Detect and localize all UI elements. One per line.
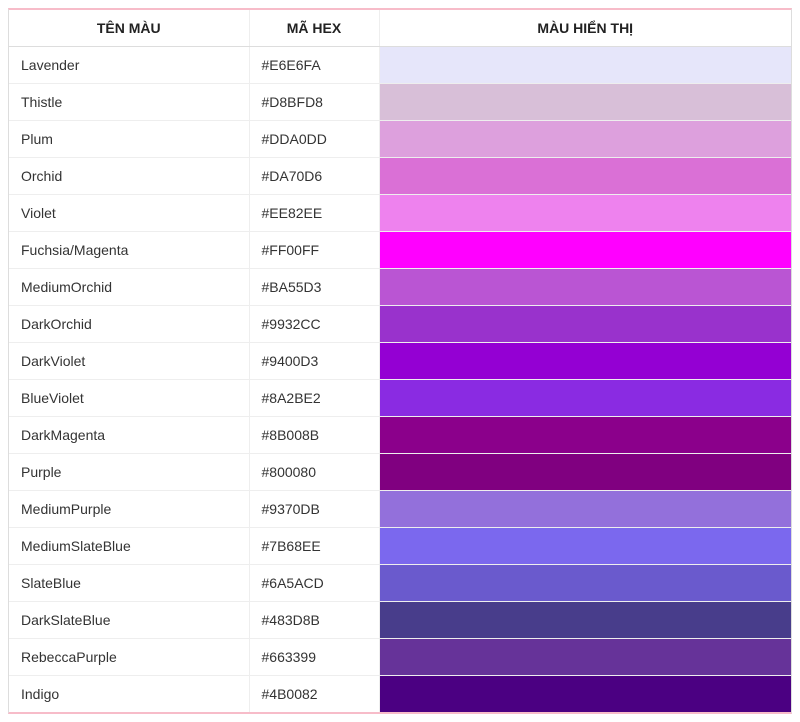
table-row: Purple#800080	[9, 454, 791, 491]
color-swatch-cell	[379, 454, 791, 491]
color-swatch	[380, 676, 792, 712]
table-row: MediumOrchid#BA55D3	[9, 269, 791, 306]
color-hex-cell: #9400D3	[249, 343, 379, 380]
header-swatch: MÀU HIỂN THỊ	[379, 10, 791, 47]
table-row: Violet#EE82EE	[9, 195, 791, 232]
color-swatch-cell	[379, 306, 791, 343]
table-row: DarkViolet#9400D3	[9, 343, 791, 380]
color-hex-cell: #7B68EE	[249, 528, 379, 565]
color-name-cell: BlueViolet	[9, 380, 249, 417]
color-hex-cell: #6A5ACD	[249, 565, 379, 602]
color-swatch	[380, 158, 792, 194]
header-name: TÊN MÀU	[9, 10, 249, 47]
color-table-container: TÊN MÀU MÃ HEX MÀU HIỂN THỊ Lavender#E6E…	[8, 8, 792, 714]
table-row: Thistle#D8BFD8	[9, 84, 791, 121]
header-hex: MÃ HEX	[249, 10, 379, 47]
color-swatch	[380, 528, 792, 564]
color-hex-cell: #DA70D6	[249, 158, 379, 195]
color-swatch-cell	[379, 528, 791, 565]
color-name-cell: Fuchsia/Magenta	[9, 232, 249, 269]
color-swatch-cell	[379, 417, 791, 454]
color-swatch-cell	[379, 158, 791, 195]
table-row: DarkOrchid#9932CC	[9, 306, 791, 343]
table-row: DarkMagenta#8B008B	[9, 417, 791, 454]
color-swatch-cell	[379, 47, 791, 84]
table-header-row: TÊN MÀU MÃ HEX MÀU HIỂN THỊ	[9, 10, 791, 47]
color-swatch	[380, 454, 792, 490]
table-row: Orchid#DA70D6	[9, 158, 791, 195]
color-swatch	[380, 84, 792, 120]
table-row: MediumSlateBlue#7B68EE	[9, 528, 791, 565]
color-swatch	[380, 491, 792, 527]
color-name-cell: Purple	[9, 454, 249, 491]
color-hex-cell: #9932CC	[249, 306, 379, 343]
table-row: Fuchsia/Magenta#FF00FF	[9, 232, 791, 269]
color-table-body: Lavender#E6E6FAThistle#D8BFD8Plum#DDA0DD…	[9, 47, 791, 713]
color-swatch-cell	[379, 343, 791, 380]
color-swatch	[380, 380, 792, 416]
color-hex-cell: #800080	[249, 454, 379, 491]
color-swatch-cell	[379, 676, 791, 713]
table-row: BlueViolet#8A2BE2	[9, 380, 791, 417]
color-swatch	[380, 417, 792, 453]
color-name-cell: Thistle	[9, 84, 249, 121]
color-hex-cell: #BA55D3	[249, 269, 379, 306]
table-row: RebeccaPurple#663399	[9, 639, 791, 676]
color-hex-cell: #663399	[249, 639, 379, 676]
color-name-cell: SlateBlue	[9, 565, 249, 602]
color-name-cell: MediumOrchid	[9, 269, 249, 306]
color-swatch-cell	[379, 195, 791, 232]
color-name-cell: DarkViolet	[9, 343, 249, 380]
color-swatch	[380, 232, 792, 268]
color-name-cell: MediumSlateBlue	[9, 528, 249, 565]
color-swatch	[380, 121, 792, 157]
color-swatch	[380, 602, 792, 638]
color-name-cell: RebeccaPurple	[9, 639, 249, 676]
color-swatch-cell	[379, 602, 791, 639]
color-hex-cell: #9370DB	[249, 491, 379, 528]
color-name-cell: DarkMagenta	[9, 417, 249, 454]
color-swatch	[380, 195, 792, 231]
color-swatch	[380, 47, 792, 83]
color-swatch-cell	[379, 565, 791, 602]
color-name-cell: Lavender	[9, 47, 249, 84]
color-swatch	[380, 343, 792, 379]
color-name-cell: MediumPurple	[9, 491, 249, 528]
color-swatch-cell	[379, 491, 791, 528]
color-hex-cell: #D8BFD8	[249, 84, 379, 121]
table-row: Plum#DDA0DD	[9, 121, 791, 158]
color-hex-cell: #8A2BE2	[249, 380, 379, 417]
table-row: DarkSlateBlue#483D8B	[9, 602, 791, 639]
table-row: MediumPurple#9370DB	[9, 491, 791, 528]
color-name-cell: Indigo	[9, 676, 249, 713]
color-hex-cell: #FF00FF	[249, 232, 379, 269]
color-swatch	[380, 639, 792, 675]
table-row: SlateBlue#6A5ACD	[9, 565, 791, 602]
table-row: Indigo#4B0082	[9, 676, 791, 713]
color-hex-cell: #4B0082	[249, 676, 379, 713]
color-hex-cell: #EE82EE	[249, 195, 379, 232]
color-hex-cell: #8B008B	[249, 417, 379, 454]
color-swatch-cell	[379, 380, 791, 417]
color-name-cell: DarkSlateBlue	[9, 602, 249, 639]
table-row: Lavender#E6E6FA	[9, 47, 791, 84]
color-swatch-cell	[379, 269, 791, 306]
color-swatch	[380, 306, 792, 342]
color-hex-cell: #DDA0DD	[249, 121, 379, 158]
color-name-cell: Orchid	[9, 158, 249, 195]
color-swatch-cell	[379, 232, 791, 269]
color-hex-cell: #483D8B	[249, 602, 379, 639]
color-name-cell: DarkOrchid	[9, 306, 249, 343]
color-name-cell: Violet	[9, 195, 249, 232]
color-swatch-cell	[379, 121, 791, 158]
color-name-cell: Plum	[9, 121, 249, 158]
color-swatch-cell	[379, 639, 791, 676]
color-swatch	[380, 565, 792, 601]
color-swatch	[380, 269, 792, 305]
color-hex-cell: #E6E6FA	[249, 47, 379, 84]
color-swatch-cell	[379, 84, 791, 121]
color-table: TÊN MÀU MÃ HEX MÀU HIỂN THỊ Lavender#E6E…	[9, 10, 791, 712]
